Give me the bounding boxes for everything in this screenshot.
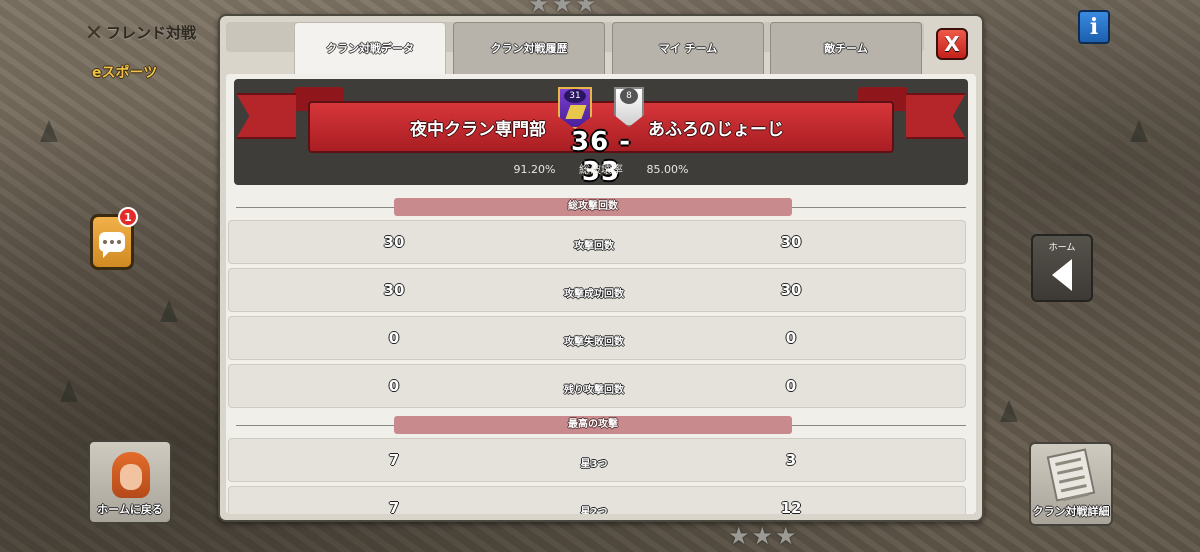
tree-decoration: [60, 380, 78, 402]
stat-left-value: 0: [388, 329, 400, 347]
crossed-swords-icon: [86, 24, 102, 40]
war-score: 36 - 33: [570, 127, 632, 187]
stat-right-value: 30: [780, 281, 802, 299]
tab-content: 夜中クラン専門部 あふろのじょーじ 31 8 36 - 33 91.20% 総破…: [226, 74, 976, 514]
tree-decoration: [1000, 400, 1018, 422]
tree-decoration: [1130, 120, 1148, 142]
villager-face: [120, 464, 142, 490]
stat-right-value: 3: [785, 451, 797, 469]
esports-link[interactable]: eスポーツ: [92, 62, 157, 82]
tab-war-history[interactable]: クラン対戦履歴: [453, 22, 605, 80]
home-side-label: ホーム: [1048, 243, 1076, 253]
destruction-label: 総破壊率: [579, 163, 623, 176]
chat-notification-badge: 1: [118, 207, 138, 227]
ribbon-decoration: [236, 93, 296, 139]
stat-right-value: 0: [785, 377, 797, 395]
stat-row: 7 星2つ 12: [228, 486, 966, 514]
stat-right-value: 0: [785, 329, 797, 347]
section-title: 最高の攻撃: [394, 416, 792, 434]
tree-decoration: [40, 120, 58, 142]
stat-row: 0 残り攻撃回数 0: [228, 364, 966, 408]
right-clan-name: あふろのじょーじ: [648, 120, 784, 140]
stat-row: 30 攻撃回数 30: [228, 220, 966, 264]
return-home-label: ホームに戻る: [97, 503, 163, 516]
stat-label: 攻撃失敗回数: [564, 337, 624, 348]
section-title: 総攻撃回数: [394, 198, 792, 216]
stat-left-value: 30: [383, 233, 405, 251]
tab-war-data[interactable]: クラン対戦データ: [294, 22, 446, 82]
stat-row: 7 星3つ 3: [228, 438, 966, 482]
friendly-battle-link[interactable]: フレンド対戦: [86, 22, 196, 43]
left-clan-level: 31: [564, 89, 586, 103]
stars-decoration-icon: ★★★: [728, 522, 799, 550]
stat-left-value: 0: [388, 377, 400, 395]
return-home-button[interactable]: ホームに戻る: [88, 440, 172, 524]
section-total-attacks: 総攻撃回数: [226, 198, 976, 216]
left-clan-name: 夜中クラン専門部: [410, 120, 546, 140]
stat-left-value: 7: [388, 499, 400, 514]
tree-decoration: [160, 300, 178, 322]
chat-icon: [99, 232, 125, 258]
war-details-label: クラン対戦詳細: [1032, 505, 1110, 518]
ribbon-decoration: [906, 93, 966, 139]
war-stats-panel: クラン対戦データ クラン対戦履歴 マイ チーム 敵チーム X 夜中クラン専門部 …: [218, 14, 984, 522]
stat-left-value: 30: [383, 281, 405, 299]
stat-row: 30 攻撃成功回数 30: [228, 268, 966, 312]
home-side-button[interactable]: ホーム: [1031, 234, 1093, 302]
tab-enemy-team[interactable]: 敵チーム: [770, 22, 922, 80]
tab-my-team[interactable]: マイ チーム: [612, 22, 764, 80]
chevron-left-icon: [1052, 259, 1072, 291]
friendly-battle-label: フレンド対戦: [106, 24, 197, 42]
stat-left-value: 7: [388, 451, 400, 469]
stat-label: 残り攻撃回数: [564, 385, 624, 396]
info-button[interactable]: i: [1078, 10, 1110, 44]
section-best-attack: 最高の攻撃: [226, 416, 976, 434]
close-button[interactable]: X: [936, 28, 968, 60]
document-icon: [1046, 448, 1096, 502]
destruction-row: 91.20% 総破壊率 85.00%: [234, 161, 968, 177]
left-destruction: 91.20%: [513, 163, 556, 176]
stat-label: 星3つ: [580, 459, 608, 470]
right-destruction: 85.00%: [646, 163, 689, 176]
stat-right-value: 30: [780, 233, 802, 251]
stat-label: 攻撃成功回数: [564, 289, 624, 300]
stat-right-value: 12: [780, 499, 802, 514]
stat-label: 星2つ: [580, 507, 608, 514]
right-clan-level: 8: [620, 88, 638, 104]
stat-label: 攻撃回数: [574, 241, 614, 252]
stat-row: 0 攻撃失敗回数 0: [228, 316, 966, 360]
war-details-button[interactable]: クラン対戦詳細: [1029, 442, 1113, 526]
war-score-header: 夜中クラン専門部 あふろのじょーじ 31 8 36 - 33 91.20% 総破…: [234, 79, 968, 187]
